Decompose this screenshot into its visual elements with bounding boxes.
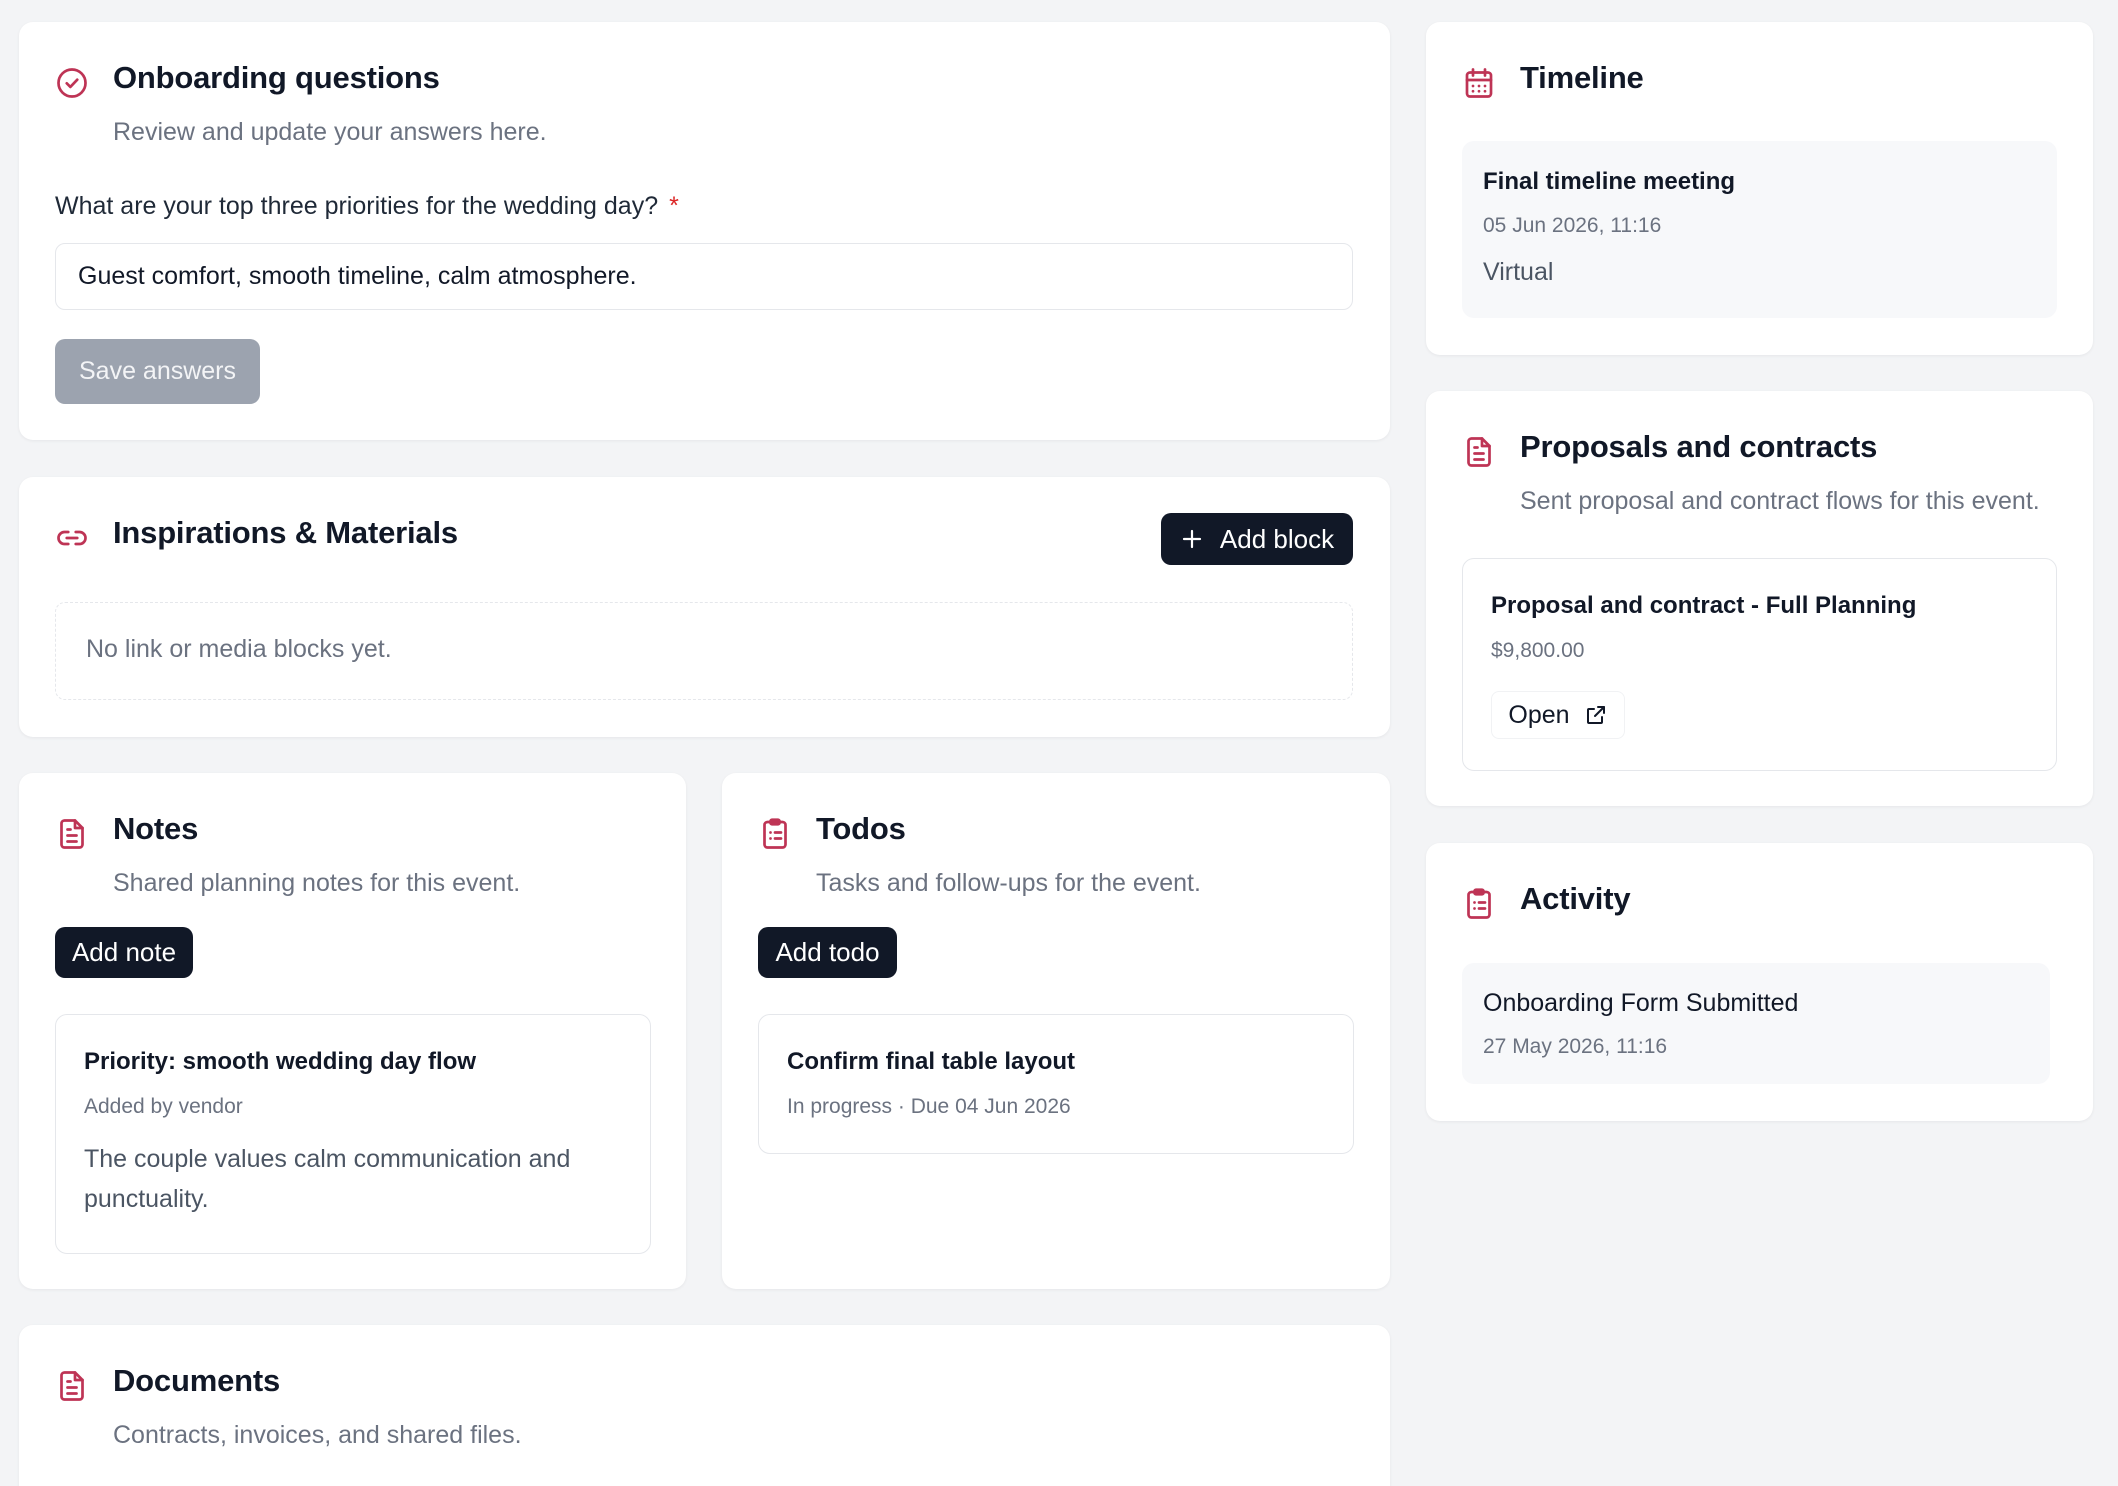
todos-title: Todos [816,811,906,846]
proposals-card: Proposals and contracts Sent proposal an… [1426,391,2093,806]
add-todo-button[interactable]: Add todo [758,927,897,978]
timeline-item[interactable]: Final timeline meeting 05 Jun 2026, 11:1… [1462,141,2057,318]
activity-card: Activity Onboarding Form Submitted 27 Ma… [1426,843,2093,1121]
inspirations-card: Inspirations & Materials Add block No li… [19,477,1390,737]
timeline-card: Timeline Final timeline meeting 05 Jun 2… [1426,22,2093,355]
todos-card: Todos Tasks and follow-ups for the event… [722,773,1390,1289]
note-title: Priority: smooth wedding day flow [84,1048,477,1075]
open-label: Open [1508,700,1570,729]
onboarding-card: Onboarding questions Review and update y… [19,22,1390,440]
add-note-button[interactable]: Add note [55,927,193,978]
documents-subtitle: Contracts, invoices, and shared files. [113,1421,522,1449]
document-icon [54,1368,90,1404]
activity-item: Onboarding Form Submitted 27 May 2026, 1… [1462,963,2050,1084]
inspirations-title: Inspirations & Materials [113,515,458,550]
proposal-item[interactable]: Proposal and contract - Full Planning $9… [1462,558,2057,771]
proposals-subtitle: Sent proposal and contract flows for thi… [1520,487,2040,515]
todo-item[interactable]: Confirm final table layout In progress ·… [758,1014,1354,1154]
proposal-amount: $9,800.00 [1491,639,1585,662]
documents-card: Documents Contracts, invoices, and share… [19,1325,1390,1486]
link-icon [54,520,90,556]
inspirations-empty-state: No link or media blocks yet. [55,602,1353,700]
plus-icon [1180,527,1204,551]
todo-title: Confirm final table layout [787,1048,1076,1075]
document-icon [1461,434,1497,470]
clipboard-list-icon [1461,886,1497,922]
calendar-icon [1461,65,1497,101]
check-circle-icon [54,65,90,101]
proposals-title: Proposals and contracts [1520,429,1878,464]
todos-subtitle: Tasks and follow-ups for the event. [816,869,1201,897]
save-answers-button[interactable]: Save answers [55,339,260,404]
proposal-title: Proposal and contract - Full Planning [1491,592,1917,619]
add-block-label: Add block [1219,523,1335,554]
activity-title: Activity [1520,881,1631,916]
notes-title: Notes [113,811,199,846]
question-label: What are your top three priorities for t… [55,192,679,221]
timeline-item-location: Virtual [1483,258,1554,286]
note-item[interactable]: Priority: smooth wedding day flow Added … [55,1014,651,1254]
open-proposal-button[interactable]: Open [1491,691,1625,739]
timeline-item-title: Final timeline meeting [1483,168,1736,195]
note-meta: Added by vendor [84,1095,243,1118]
add-block-button[interactable]: Add block [1161,513,1353,565]
timeline-title: Timeline [1520,60,1644,95]
answer-input[interactable] [55,243,1353,310]
required-mark: * [669,192,679,220]
external-link-icon [1584,703,1608,727]
note-body: The couple values calm communication and… [84,1145,571,1213]
notes-subtitle: Shared planning notes for this event. [113,869,521,897]
question-text: What are your top three priorities for t… [55,192,659,220]
timeline-item-datetime: 05 Jun 2026, 11:16 [1483,214,1662,237]
activity-item-title: Onboarding Form Submitted [1483,989,1799,1017]
document-icon [54,816,90,852]
documents-title: Documents [113,1363,281,1398]
todo-meta: In progress · Due 04 Jun 2026 [787,1095,1071,1118]
clipboard-list-icon [757,816,793,852]
notes-card: Notes Shared planning notes for this eve… [19,773,686,1289]
activity-item-datetime: 27 May 2026, 11:16 [1483,1035,1668,1058]
empty-text: No link or media blocks yet. [86,635,392,663]
onboarding-subtitle: Review and update your answers here. [113,118,547,146]
onboarding-title: Onboarding questions [113,60,440,95]
